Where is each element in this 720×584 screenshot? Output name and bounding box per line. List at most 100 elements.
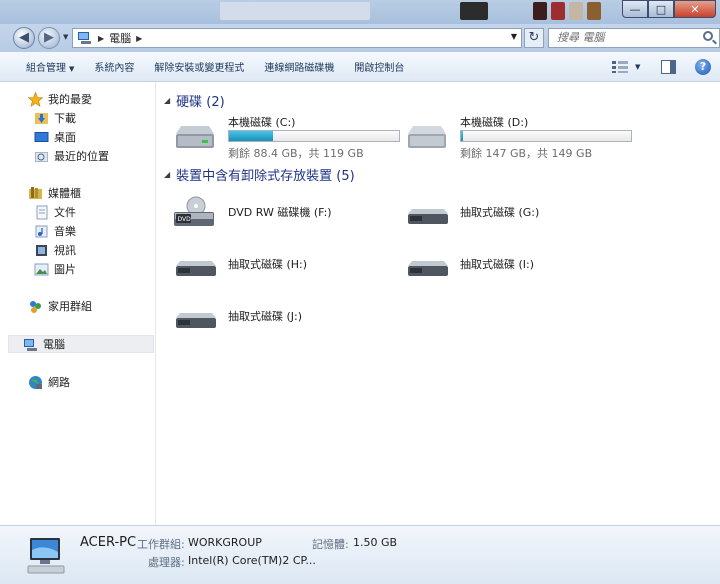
computer-icon xyxy=(27,538,65,574)
drive-name: DVD RW 磁碟機 (F:) xyxy=(228,206,332,219)
dvd-drive-icon: DVD xyxy=(174,196,214,226)
drive-name: 抽取式磁碟 (I:) xyxy=(460,258,535,271)
organize-button[interactable]: 組合管理 ▼ xyxy=(0,59,84,74)
address-bar[interactable]: ▶ 電腦 ▶ ▼ xyxy=(72,28,522,48)
nav-item-videos[interactable]: 視訊 xyxy=(34,241,76,259)
details-pane: ACER-PC 工作群組: WORKGROUP 記憶體: 1.50 GB 處理器… xyxy=(0,525,720,584)
command-bar: 組合管理 ▼ 系統內容 解除安裝或變更程式 連線網路磁碟機 開啟控制台 ▼ ? xyxy=(0,52,720,82)
workgroup-value: WORKGROUP xyxy=(188,536,262,549)
drive-name: 本機磁碟 (D:) xyxy=(460,116,529,129)
downloads-folder-icon xyxy=(35,112,48,124)
refresh-button[interactable]: ↻ xyxy=(524,28,544,48)
drive-i[interactable]: 抽取式磁碟 (I:) xyxy=(404,244,634,290)
background-blur xyxy=(551,2,565,20)
removable-drive-icon xyxy=(176,261,216,276)
group-header-hard-disks[interactable]: ◢ 硬碟 (2) xyxy=(164,91,225,110)
drive-j[interactable]: 抽取式磁碟 (J:) xyxy=(172,296,402,342)
drive-usage-fill xyxy=(229,131,273,141)
drive-d[interactable]: 本機磁碟 (D:) 剩餘 147 GB，共 149 GB xyxy=(404,114,634,160)
nav-item-favorites[interactable]: 我的最愛 xyxy=(28,90,92,108)
computer-name: ACER-PC xyxy=(80,535,137,550)
maximize-button[interactable]: □ xyxy=(648,0,674,18)
back-arrow-icon: ◀ xyxy=(19,30,29,45)
nav-item-network[interactable]: 網路 xyxy=(28,373,70,391)
recent-pages-dropdown[interactable]: ▼ xyxy=(63,33,68,41)
collapse-triangle-icon: ◢ xyxy=(164,96,171,105)
uninstall-program-button[interactable]: 解除安裝或變更程式 xyxy=(144,59,254,74)
background-blur xyxy=(533,2,547,20)
background-blur xyxy=(587,2,601,20)
forward-button[interactable]: ▶ xyxy=(38,27,60,49)
processor-value: Intel(R) Core(TM)2 CP... xyxy=(188,554,316,567)
drive-free-space: 剩餘 88.4 GB，共 119 GB xyxy=(228,147,364,160)
drive-name: 抽取式磁碟 (J:) xyxy=(228,310,303,323)
nav-item-music[interactable]: 音樂 xyxy=(34,222,76,240)
nav-item-downloads[interactable]: 下載 xyxy=(34,109,76,127)
address-dropdown-icon[interactable]: ▼ xyxy=(511,32,517,41)
close-button[interactable]: ✕ xyxy=(674,0,716,18)
navigation-pane: 我的最愛 下載 桌面 最近的位置 媒體櫃 文件 音樂 視訊 圖片 家用群組 電腦 xyxy=(0,82,156,525)
group-title: 硬碟 (2) xyxy=(176,95,225,110)
organize-label: 組合管理 xyxy=(26,63,66,74)
drive-name: 抽取式磁碟 (G:) xyxy=(460,206,540,219)
nav-label: 下載 xyxy=(54,112,76,125)
background-blur xyxy=(569,2,583,20)
nav-item-pictures[interactable]: 圖片 xyxy=(34,260,76,278)
view-options-chevron-down-icon[interactable]: ▼ xyxy=(635,63,640,71)
drive-g[interactable]: 抽取式磁碟 (G:) xyxy=(404,192,634,238)
drive-c[interactable]: 本機磁碟 (C:) 剩餘 88.4 GB，共 119 GB xyxy=(172,114,402,160)
dvd-logo-text: DVD xyxy=(178,216,192,223)
nav-label: 我的最愛 xyxy=(48,93,92,106)
nav-item-libraries[interactable]: 媒體櫃 xyxy=(28,184,81,202)
pictures-icon xyxy=(34,263,49,275)
homegroup-icon xyxy=(30,300,41,313)
title-bar: — □ ✕ xyxy=(0,0,720,24)
nav-item-documents[interactable]: 文件 xyxy=(34,203,76,221)
network-globe-icon xyxy=(29,375,42,389)
preview-pane-icon[interactable] xyxy=(661,60,676,74)
help-icon[interactable]: ? xyxy=(695,59,711,75)
desktop-icon xyxy=(34,131,49,142)
background-blur xyxy=(220,2,370,20)
removable-drive-icon xyxy=(176,313,216,328)
nav-item-desktop[interactable]: 桌面 xyxy=(34,128,76,146)
nav-item-recent-places[interactable]: 最近的位置 xyxy=(34,147,109,165)
breadcrumb-computer[interactable]: 電腦 xyxy=(109,30,131,46)
system-properties-button[interactable]: 系統內容 xyxy=(84,59,144,74)
background-blur xyxy=(460,2,488,20)
nav-label: 最近的位置 xyxy=(54,150,109,163)
content-pane: ◢ 硬碟 (2) 本機磁碟 (C:) 剩餘 88.4 GB，共 119 GB 本… xyxy=(156,82,720,525)
nav-label: 視訊 xyxy=(54,244,76,257)
drive-f[interactable]: DVD DVD RW 磁碟機 (F:) xyxy=(172,192,402,238)
group-header-removable-storage[interactable]: ◢ 裝置中含有卸除式存放裝置 (5) xyxy=(164,165,355,184)
videos-icon xyxy=(36,244,47,256)
nav-label: 桌面 xyxy=(54,131,76,144)
star-icon xyxy=(28,91,43,107)
map-network-drive-button[interactable]: 連線網路磁碟機 xyxy=(254,59,344,74)
computer-icon xyxy=(24,338,37,351)
nav-item-computer[interactable]: 電腦 xyxy=(8,335,154,353)
recent-places-icon xyxy=(35,151,48,162)
music-icon xyxy=(35,225,48,237)
computer-icon xyxy=(78,32,91,44)
drive-name: 本機磁碟 (C:) xyxy=(228,116,296,129)
open-control-panel-button[interactable]: 開啟控制台 xyxy=(344,59,414,74)
address-row: ◀ ▶ ▼ ▶ 電腦 ▶ ▼ ↻ 搜尋 電腦 xyxy=(0,24,720,52)
minimize-button[interactable]: — xyxy=(622,0,648,18)
nav-label: 家用群組 xyxy=(48,300,92,313)
window-controls: — □ ✕ xyxy=(622,0,716,18)
back-button[interactable]: ◀ xyxy=(13,27,35,49)
nav-label: 音樂 xyxy=(54,225,76,238)
search-input[interactable]: 搜尋 電腦 xyxy=(548,28,720,48)
change-view-icon[interactable] xyxy=(612,61,628,73)
forward-arrow-icon: ▶ xyxy=(44,30,54,45)
group-title: 裝置中含有卸除式存放裝置 (5) xyxy=(176,169,355,184)
workgroup-label: 工作群組: xyxy=(137,538,185,551)
hard-drive-icon xyxy=(408,126,446,148)
nav-label: 文件 xyxy=(54,206,76,219)
nav-item-homegroup[interactable]: 家用群組 xyxy=(28,297,92,315)
removable-drive-icon xyxy=(408,261,448,276)
nav-label: 圖片 xyxy=(54,263,76,276)
breadcrumb-chevron-icon[interactable]: ▶ xyxy=(136,34,142,43)
drive-h[interactable]: 抽取式磁碟 (H:) xyxy=(172,244,402,290)
